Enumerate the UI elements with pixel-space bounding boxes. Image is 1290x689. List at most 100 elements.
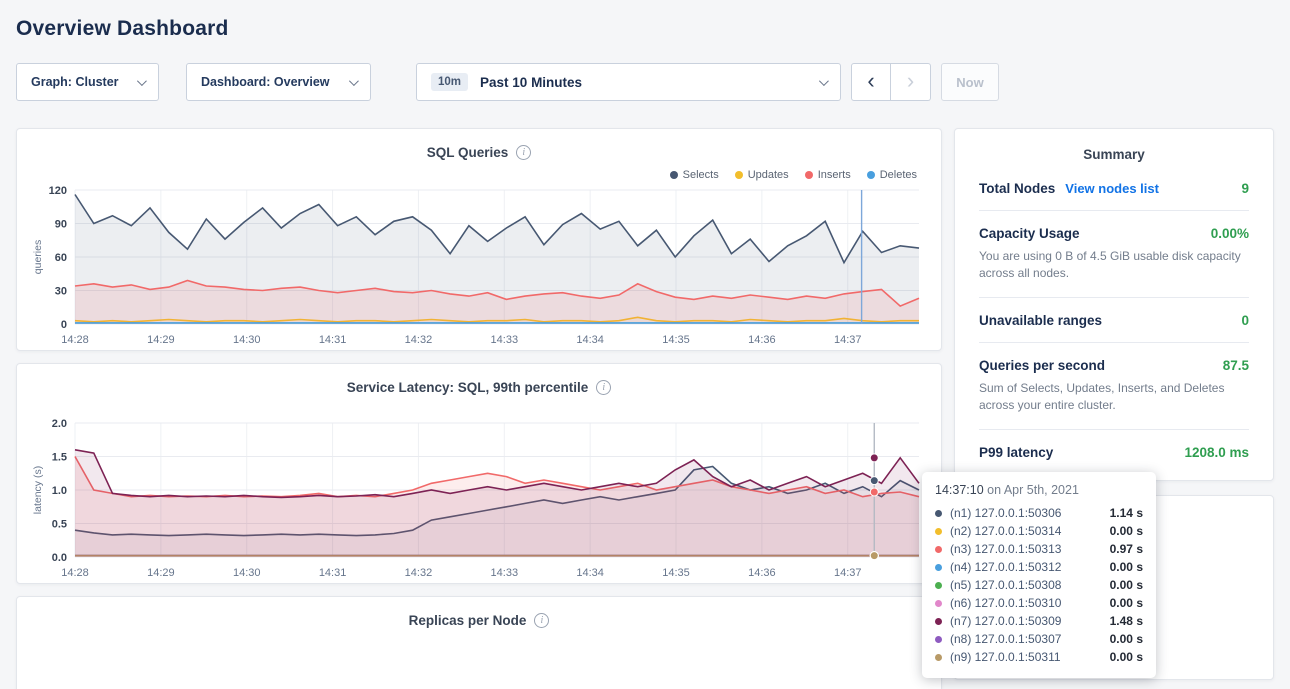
sql-queries-chart[interactable]: 14:2814:2914:3014:3114:3214:3314:3414:35… xyxy=(29,182,929,350)
tooltip-time: 14:37:10 xyxy=(935,483,984,497)
svg-text:14:29: 14:29 xyxy=(147,334,175,346)
replicas-per-node-chart-card: Replicas per Node xyxy=(16,596,942,689)
time-forward-button[interactable] xyxy=(891,63,931,101)
qps-subtext: Sum of Selects, Updates, Inserts, and De… xyxy=(979,380,1244,415)
dashboard-dropdown-label: Dashboard: Overview xyxy=(201,75,330,89)
chart-title: SQL Queries xyxy=(427,145,509,160)
svg-text:1.5: 1.5 xyxy=(52,452,67,464)
node-address: (n2) 127.0.0.1:50314 xyxy=(950,524,1061,538)
node-address: (n8) 127.0.0.1:50307 xyxy=(950,632,1061,646)
svg-text:latency (s): latency (s) xyxy=(32,466,44,514)
tooltip-date: on Apr 5th, 2021 xyxy=(987,483,1079,497)
time-range-badge: 10m xyxy=(431,73,468,91)
legend-label: Inserts xyxy=(818,169,851,181)
legend-dot xyxy=(735,171,743,179)
legend-item-selects[interactable]: Selects xyxy=(670,168,719,182)
tooltip-node-row: (n2) 127.0.0.1:503140.00 s xyxy=(935,522,1143,540)
tooltip-timestamp: 14:37:10 on Apr 5th, 2021 xyxy=(935,483,1143,497)
total-nodes-value: 9 xyxy=(1241,181,1249,196)
service-latency-chart-card: Service Latency: SQL, 99th percentile 14… xyxy=(16,363,942,584)
chevron-down-icon xyxy=(137,76,147,86)
total-nodes-label: Total Nodes xyxy=(979,181,1055,196)
node-latency-value: 0.00 s xyxy=(1110,632,1143,646)
svg-text:120: 120 xyxy=(49,185,67,197)
chevron-down-icon xyxy=(819,76,829,86)
node-address: (n9) 127.0.0.1:50311 xyxy=(950,650,1061,664)
node-latency-value: 0.00 s xyxy=(1110,560,1143,574)
tooltip-node-row: (n4) 127.0.0.1:50312 0.00 s xyxy=(935,558,1143,576)
svg-text:14:36: 14:36 xyxy=(748,567,776,579)
legend-dot xyxy=(670,171,678,179)
tooltip-node-row: (n6) 127.0.0.1:503100.00 s xyxy=(935,594,1143,612)
capacity-usage-value: 0.00% xyxy=(1211,226,1249,241)
node-color-dot xyxy=(935,510,942,517)
node-latency-value: 0.00 s xyxy=(1110,596,1143,610)
svg-text:14:28: 14:28 xyxy=(61,567,89,579)
node-address: (n7) 127.0.0.1:50309 xyxy=(950,614,1061,628)
svg-text:14:34: 14:34 xyxy=(576,567,604,579)
svg-text:30: 30 xyxy=(55,286,67,298)
unavailable-ranges-value: 0 xyxy=(1241,313,1249,328)
tooltip-node-row: (n8) 127.0.0.1:50307 0.00 s xyxy=(935,630,1143,648)
qps-label: Queries per second xyxy=(979,358,1105,373)
graph-dropdown[interactable]: Graph: Cluster xyxy=(16,63,159,101)
unavailable-ranges-label: Unavailable ranges xyxy=(979,313,1102,328)
tooltip-node-row: (n9) 127.0.0.1:503110.00 s xyxy=(935,648,1143,666)
svg-text:14:33: 14:33 xyxy=(491,567,519,579)
legend-item-inserts[interactable]: Inserts xyxy=(805,168,851,182)
svg-text:1.0: 1.0 xyxy=(52,485,67,497)
tooltip-node-row: (n7) 127.0.0.1:50309 1.48 s xyxy=(935,612,1143,630)
summary-queries-per-second: Queries per second 87.5 Sum of Selects, … xyxy=(979,343,1249,430)
svg-text:0: 0 xyxy=(61,319,67,331)
node-address: (n1) 127.0.0.1:50306 xyxy=(950,506,1061,520)
node-latency-value: 1.14 s xyxy=(1110,506,1143,520)
tooltip-node-row: (n3) 127.0.0.1:503130.97 s xyxy=(935,540,1143,558)
node-latency-value: 1.48 s xyxy=(1110,614,1143,628)
dashboard-dropdown[interactable]: Dashboard: Overview xyxy=(186,63,371,101)
svg-text:0.0: 0.0 xyxy=(52,552,67,564)
svg-text:90: 90 xyxy=(55,219,67,231)
node-address: (n4) 127.0.0.1:50312 xyxy=(950,560,1061,574)
now-button[interactable]: Now xyxy=(941,63,999,101)
svg-text:14:31: 14:31 xyxy=(319,567,347,579)
legend-label: Deletes xyxy=(880,169,917,181)
time-step-buttons xyxy=(851,63,931,101)
node-latency-value: 0.97 s xyxy=(1110,542,1143,556)
p99-latency-value: 1208.0 ms xyxy=(1184,445,1249,460)
legend-dot xyxy=(867,171,875,179)
svg-text:14:31: 14:31 xyxy=(319,334,347,346)
time-range-label: Past 10 Minutes xyxy=(480,75,582,90)
info-icon[interactable] xyxy=(534,613,549,628)
legend-item-updates[interactable]: Updates xyxy=(735,168,789,182)
node-latency-value: 0.00 s xyxy=(1110,578,1143,592)
chart-tooltip: 14:37:10 on Apr 5th, 2021 (n1) 127.0.0.1… xyxy=(922,472,1156,678)
chart-title-row: Service Latency: SQL, 99th percentile xyxy=(17,364,941,395)
sql-queries-chart-card: SQL Queries Selects Updates Inserts Deletes… xyxy=(16,128,942,351)
svg-text:14:35: 14:35 xyxy=(662,334,690,346)
svg-text:14:34: 14:34 xyxy=(576,334,604,346)
graph-dropdown-label: Graph: Cluster xyxy=(31,75,119,89)
time-back-button[interactable] xyxy=(851,63,891,101)
tooltip-node-row: (n5) 127.0.0.1:50308 0.00 s xyxy=(935,576,1143,594)
time-range-picker[interactable]: 10m Past 10 Minutes xyxy=(416,63,841,101)
capacity-usage-label: Capacity Usage xyxy=(979,226,1080,241)
legend-label: Selects xyxy=(683,169,719,181)
qps-value: 87.5 xyxy=(1223,358,1249,373)
info-icon[interactable] xyxy=(596,380,611,395)
node-address: (n5) 127.0.0.1:50308 xyxy=(950,578,1061,592)
svg-text:14:30: 14:30 xyxy=(233,334,261,346)
svg-text:14:29: 14:29 xyxy=(147,567,175,579)
tooltip-rows: (n1) 127.0.0.1:50306 1.14 s (n2) 127.0.0.1… xyxy=(935,504,1143,666)
info-icon[interactable] xyxy=(516,145,531,160)
svg-text:14:37: 14:37 xyxy=(834,334,862,346)
svg-text:2.0: 2.0 xyxy=(52,418,67,430)
node-color-dot xyxy=(935,528,942,535)
legend-label: Updates xyxy=(748,169,789,181)
service-latency-chart[interactable]: 14:2814:2914:3014:3114:3214:3314:3414:35… xyxy=(29,415,929,583)
svg-text:14:30: 14:30 xyxy=(233,567,261,579)
legend-item-deletes[interactable]: Deletes xyxy=(867,168,917,182)
svg-text:60: 60 xyxy=(55,252,67,264)
view-nodes-list-link[interactable]: View nodes list xyxy=(1065,181,1159,196)
node-color-dot xyxy=(935,600,942,607)
chart-title: Replicas per Node xyxy=(409,613,527,628)
